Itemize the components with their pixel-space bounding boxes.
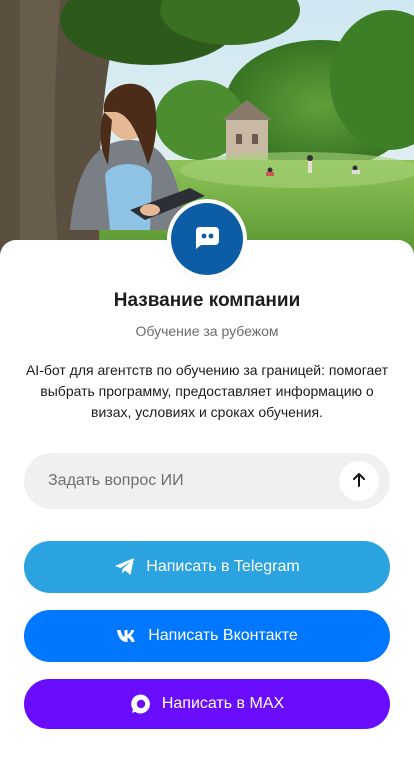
arrow-up-icon xyxy=(350,471,368,492)
avatar xyxy=(167,199,247,279)
send-button[interactable] xyxy=(339,461,379,501)
avatar-circle xyxy=(171,203,243,275)
max-button-label: Написать в MAX xyxy=(161,695,285,712)
telegram-button[interactable]: Написать в Telegram xyxy=(24,541,390,593)
ask-ai-input[interactable] xyxy=(24,453,334,509)
telegram-button-label: Написать в Telegram xyxy=(146,558,300,575)
screen: Название компании Обучение за рубежом AI… xyxy=(0,0,414,770)
vk-button-label: Написать Вконтакте xyxy=(148,627,298,644)
max-icon xyxy=(130,693,152,715)
ask-ai-field xyxy=(24,453,390,509)
company-description: AI-бот для агентств по обучению за грани… xyxy=(25,362,389,420)
max-button[interactable]: Написать в MAX xyxy=(24,679,390,729)
company-subtitle: Обучение за рубежом xyxy=(135,323,279,339)
telegram-icon xyxy=(114,557,136,577)
vk-button[interactable]: Написать Вконтакте xyxy=(24,610,390,662)
chat-bot-icon xyxy=(191,221,223,258)
company-name: Название компании xyxy=(113,290,301,311)
vk-icon xyxy=(116,629,138,643)
